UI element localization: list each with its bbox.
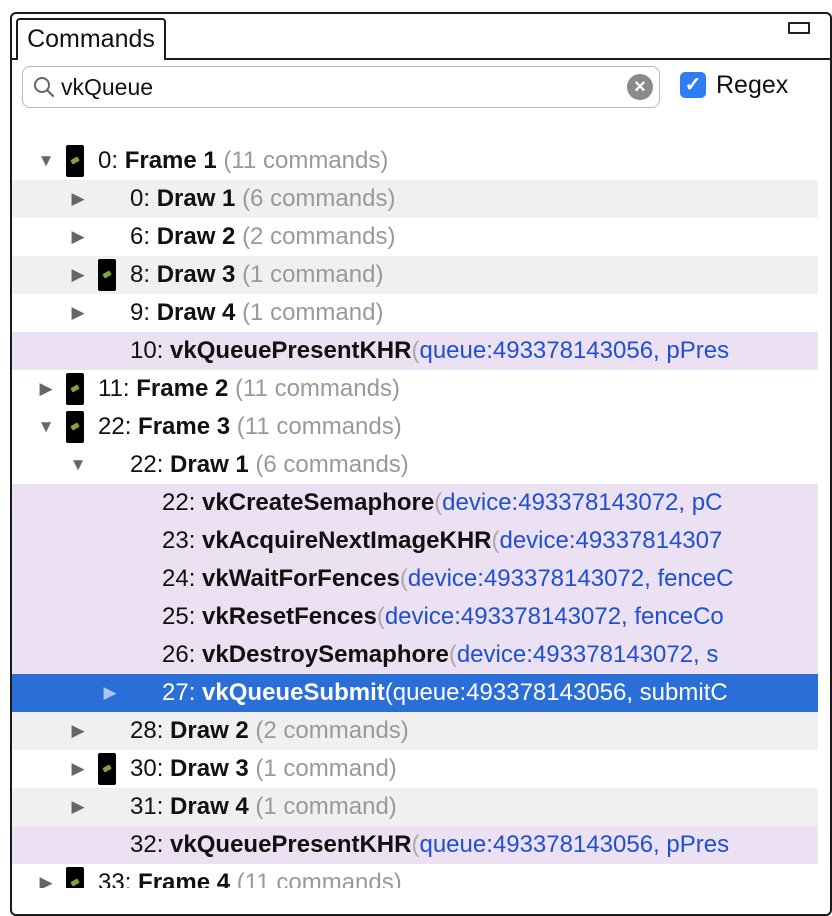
collapsed-arrow-icon[interactable]: ▶ bbox=[68, 712, 88, 750]
tree-row-draw[interactable]: ▶ 31: Draw 4 (1 command) bbox=[12, 788, 818, 826]
tree-row-command[interactable]: 32: vkQueuePresentKHR(queue:493378143056… bbox=[12, 826, 818, 864]
expanded-arrow-icon[interactable]: ▼ bbox=[68, 446, 88, 484]
expanded-arrow-icon[interactable]: ▼ bbox=[36, 142, 56, 180]
tree-row-frame[interactable]: ▼ 22: Frame 3 (11 commands) bbox=[12, 408, 818, 446]
tree-row-draw[interactable]: ▶ 0: Draw 1 (6 commands) bbox=[12, 180, 818, 218]
tree-row-command[interactable]: 10: vkQueuePresentKHR(queue:493378143056… bbox=[12, 332, 818, 370]
tree-row-draw[interactable]: ▶ 8: Draw 3 (1 command) bbox=[12, 256, 818, 294]
regex-label: Regex bbox=[716, 71, 789, 99]
draw-thumbnail bbox=[98, 753, 116, 785]
tree-row-draw[interactable]: ▼ 22: Draw 1 (6 commands) bbox=[12, 446, 818, 484]
search-icon bbox=[34, 77, 55, 98]
tree-row-command[interactable]: 23: vkAcquireNextImageKHR(device:4933781… bbox=[12, 522, 818, 560]
tree-row-draw[interactable]: ▶ 6: Draw 2 (2 commands) bbox=[12, 218, 818, 256]
frame-thumbnail bbox=[66, 411, 84, 443]
collapsed-arrow-icon[interactable]: ▶ bbox=[68, 294, 88, 332]
tree-row-frame[interactable]: ▶ 33: Frame 4 (11 commands) bbox=[12, 864, 818, 888]
minimize-icon[interactable] bbox=[788, 22, 810, 34]
tab-bar: Commands bbox=[12, 14, 830, 60]
clear-search-icon[interactable]: × bbox=[627, 74, 653, 100]
expanded-arrow-icon[interactable]: ▼ bbox=[36, 408, 56, 446]
regex-checkbox[interactable]: ✓ bbox=[680, 72, 706, 98]
tree-row-command-selected[interactable]: ▶ 27: vkQueueSubmit(queue:493378143056, … bbox=[12, 674, 818, 712]
collapsed-arrow-icon[interactable]: ▶ bbox=[68, 180, 88, 218]
tab-commands[interactable]: Commands bbox=[16, 18, 166, 60]
collapsed-arrow-icon[interactable]: ▶ bbox=[68, 218, 88, 256]
tree-row-command[interactable]: 25: vkResetFences(device:493378143072, f… bbox=[12, 598, 818, 636]
tree-row-command[interactable]: 26: vkDestroySemaphore(device:4933781430… bbox=[12, 636, 818, 674]
tree-row-draw[interactable]: ▶ 9: Draw 4 (1 command) bbox=[12, 294, 818, 332]
search-input[interactable]: vkQueue bbox=[61, 67, 153, 107]
collapsed-arrow-icon[interactable]: ▶ bbox=[68, 750, 88, 788]
draw-thumbnail bbox=[98, 259, 116, 291]
tree-row-command[interactable]: 24: vkWaitForFences(device:493378143072,… bbox=[12, 560, 818, 598]
tree-row-draw[interactable]: ▶ 30: Draw 3 (1 command) bbox=[12, 750, 818, 788]
tree-row-command[interactable]: 22: vkCreateSemaphore(device:49337814307… bbox=[12, 484, 818, 522]
search-field[interactable]: vkQueue × bbox=[22, 66, 660, 108]
collapsed-arrow-icon[interactable]: ▶ bbox=[100, 674, 120, 712]
frame-thumbnail bbox=[66, 373, 84, 405]
frame-thumbnail bbox=[66, 867, 84, 888]
collapsed-arrow-icon[interactable]: ▶ bbox=[36, 864, 56, 888]
collapsed-arrow-icon[interactable]: ▶ bbox=[68, 788, 88, 826]
command-tree: ▼ 0: Frame 1 (11 commands) ▶ 0: Draw 1 (… bbox=[12, 142, 818, 888]
frame-thumbnail bbox=[66, 145, 84, 177]
tree-row-frame[interactable]: ▶ 11: Frame 2 (11 commands) bbox=[12, 370, 818, 408]
collapsed-arrow-icon[interactable]: ▶ bbox=[36, 370, 56, 408]
collapsed-arrow-icon[interactable]: ▶ bbox=[68, 256, 88, 294]
tree-row-frame[interactable]: ▼ 0: Frame 1 (11 commands) bbox=[12, 142, 818, 180]
tree-row-draw[interactable]: ▶ 28: Draw 2 (2 commands) bbox=[12, 712, 818, 750]
